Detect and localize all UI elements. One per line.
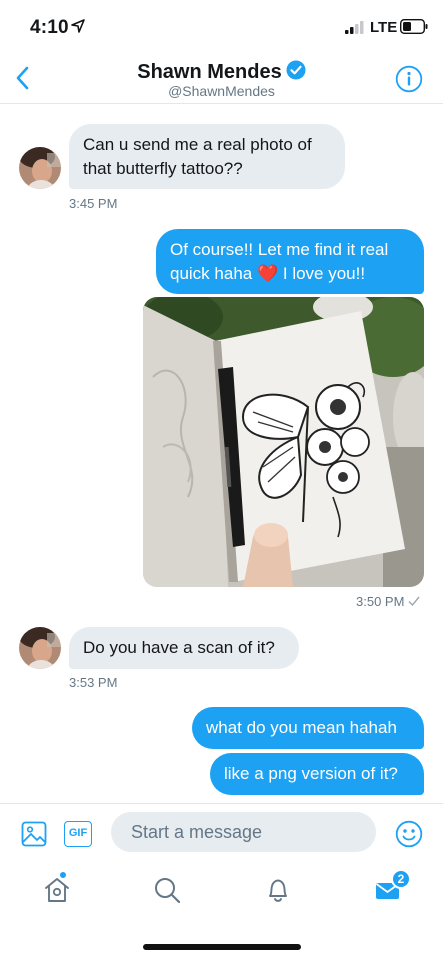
messages-badge: 2 bbox=[391, 869, 411, 889]
message-input[interactable] bbox=[111, 812, 376, 852]
home-unread-dot bbox=[59, 871, 67, 879]
verified-badge-icon bbox=[286, 60, 306, 80]
message-timestamp: 3:50 PM bbox=[356, 594, 420, 609]
message-text: like a png version of it? bbox=[224, 764, 398, 783]
message-bubble-incoming[interactable]: Do you have a scan of it? bbox=[69, 627, 299, 669]
location-arrow-icon bbox=[71, 19, 85, 33]
network-label: LTE bbox=[370, 19, 398, 36]
gif-button[interactable]: GIF bbox=[64, 821, 92, 847]
gif-label: GIF bbox=[68, 827, 88, 839]
message-text: Do you have a scan of it? bbox=[83, 638, 275, 657]
message-composer: GIF bbox=[0, 803, 443, 861]
message-bubble-outgoing[interactable]: what do you mean hahah bbox=[192, 707, 424, 749]
photo-media-icon[interactable] bbox=[21, 821, 47, 847]
message-text-fragment: I love you!! bbox=[282, 264, 366, 283]
message-timestamp: 3:45 PM bbox=[69, 196, 118, 211]
contact-name-row[interactable]: Shawn Mendes bbox=[0, 60, 443, 84]
message-photo[interactable] bbox=[143, 297, 424, 587]
sent-check-icon bbox=[408, 596, 420, 606]
home-icon[interactable] bbox=[42, 875, 72, 905]
message-timestamp: 3:53 PM bbox=[69, 675, 118, 690]
tab-bar bbox=[0, 861, 443, 921]
message-bubble-incoming[interactable]: Can u send me a real photo of that butte… bbox=[69, 124, 345, 189]
contact-name[interactable]: Shawn Mendes bbox=[137, 61, 281, 83]
info-icon[interactable] bbox=[395, 65, 423, 93]
message-text: what do you mean hahah bbox=[206, 718, 397, 737]
message-bubble-outgoing[interactable]: Of course!! Let me find it real quick ha… bbox=[156, 229, 424, 294]
emoji-icon[interactable] bbox=[395, 820, 423, 848]
message-bubble-outgoing[interactable]: like a png version of it? bbox=[210, 753, 424, 795]
signal-icon bbox=[345, 21, 364, 34]
message-text-line: Of course!! Let me find it real bbox=[170, 240, 389, 259]
home-indicator bbox=[143, 944, 301, 950]
status-bar: 4:10 LTE bbox=[0, 0, 443, 52]
contact-avatar[interactable] bbox=[19, 147, 61, 189]
notifications-bell-icon[interactable] bbox=[263, 875, 293, 905]
search-icon[interactable] bbox=[152, 875, 182, 905]
message-text-line: quick haha ❤️ I love you!! bbox=[170, 262, 410, 286]
contact-handle: @ShawnMendes bbox=[168, 83, 275, 99]
heart-emoji: ❤️ bbox=[256, 264, 279, 283]
conversation-header: Shawn Mendes @ShawnMendes bbox=[0, 52, 443, 104]
status-time: 4:10 bbox=[30, 17, 69, 38]
message-text-line: that butterfly tattoo?? bbox=[83, 159, 243, 178]
contact-avatar[interactable] bbox=[19, 627, 61, 669]
battery-icon bbox=[400, 19, 428, 34]
message-text-fragment: quick haha bbox=[170, 264, 253, 283]
message-text-line: Can u send me a real photo of bbox=[83, 135, 312, 154]
message-timestamp-text: 3:50 PM bbox=[356, 594, 405, 609]
